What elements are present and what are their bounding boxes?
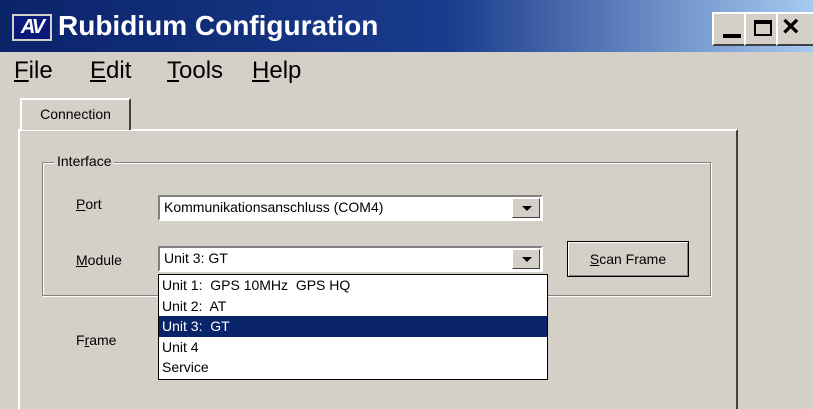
- tab-connection[interactable]: Connection: [20, 98, 131, 130]
- module-select[interactable]: Unit 3: GT: [158, 246, 543, 272]
- app-logo-icon: AV: [12, 14, 52, 41]
- menu-file[interactable]: File: [14, 57, 53, 85]
- module-option[interactable]: Unit 1: GPS 10MHz GPS HQ: [159, 275, 547, 296]
- menu-help[interactable]: Help: [252, 57, 301, 85]
- chevron-down-icon[interactable]: [512, 198, 540, 218]
- title-bar[interactable]: AV Rubidium Configuration ×: [0, 0, 813, 52]
- menu-tools[interactable]: Tools: [167, 57, 223, 85]
- port-select[interactable]: Kommunikationsanschluss (COM4): [158, 195, 543, 221]
- frame-label: Frame: [76, 332, 117, 348]
- menu-bar: File Edit Tools Help: [0, 52, 813, 92]
- interface-group-title: Interface: [54, 153, 115, 169]
- menu-edit[interactable]: Edit: [90, 57, 131, 85]
- close-button[interactable]: ×: [776, 10, 813, 46]
- port-value: Kommunikationsanschluss (COM4): [164, 199, 384, 215]
- module-dropdown-list[interactable]: Unit 1: GPS 10MHz GPS HQ Unit 2: AT Unit…: [158, 274, 548, 380]
- module-option[interactable]: Service: [159, 357, 547, 378]
- module-option[interactable]: Unit 2: AT: [159, 296, 547, 317]
- window-title: Rubidium Configuration: [58, 10, 379, 41]
- module-value: Unit 3: GT: [164, 250, 228, 266]
- scan-frame-button[interactable]: Scan Frame: [567, 241, 689, 277]
- close-icon: ×: [782, 10, 800, 43]
- module-label: Module: [76, 252, 122, 268]
- port-label: Port: [76, 196, 102, 212]
- module-option[interactable]: Unit 3: GT: [159, 316, 547, 337]
- module-option[interactable]: Unit 4: [159, 337, 547, 358]
- chevron-down-icon[interactable]: [512, 249, 540, 269]
